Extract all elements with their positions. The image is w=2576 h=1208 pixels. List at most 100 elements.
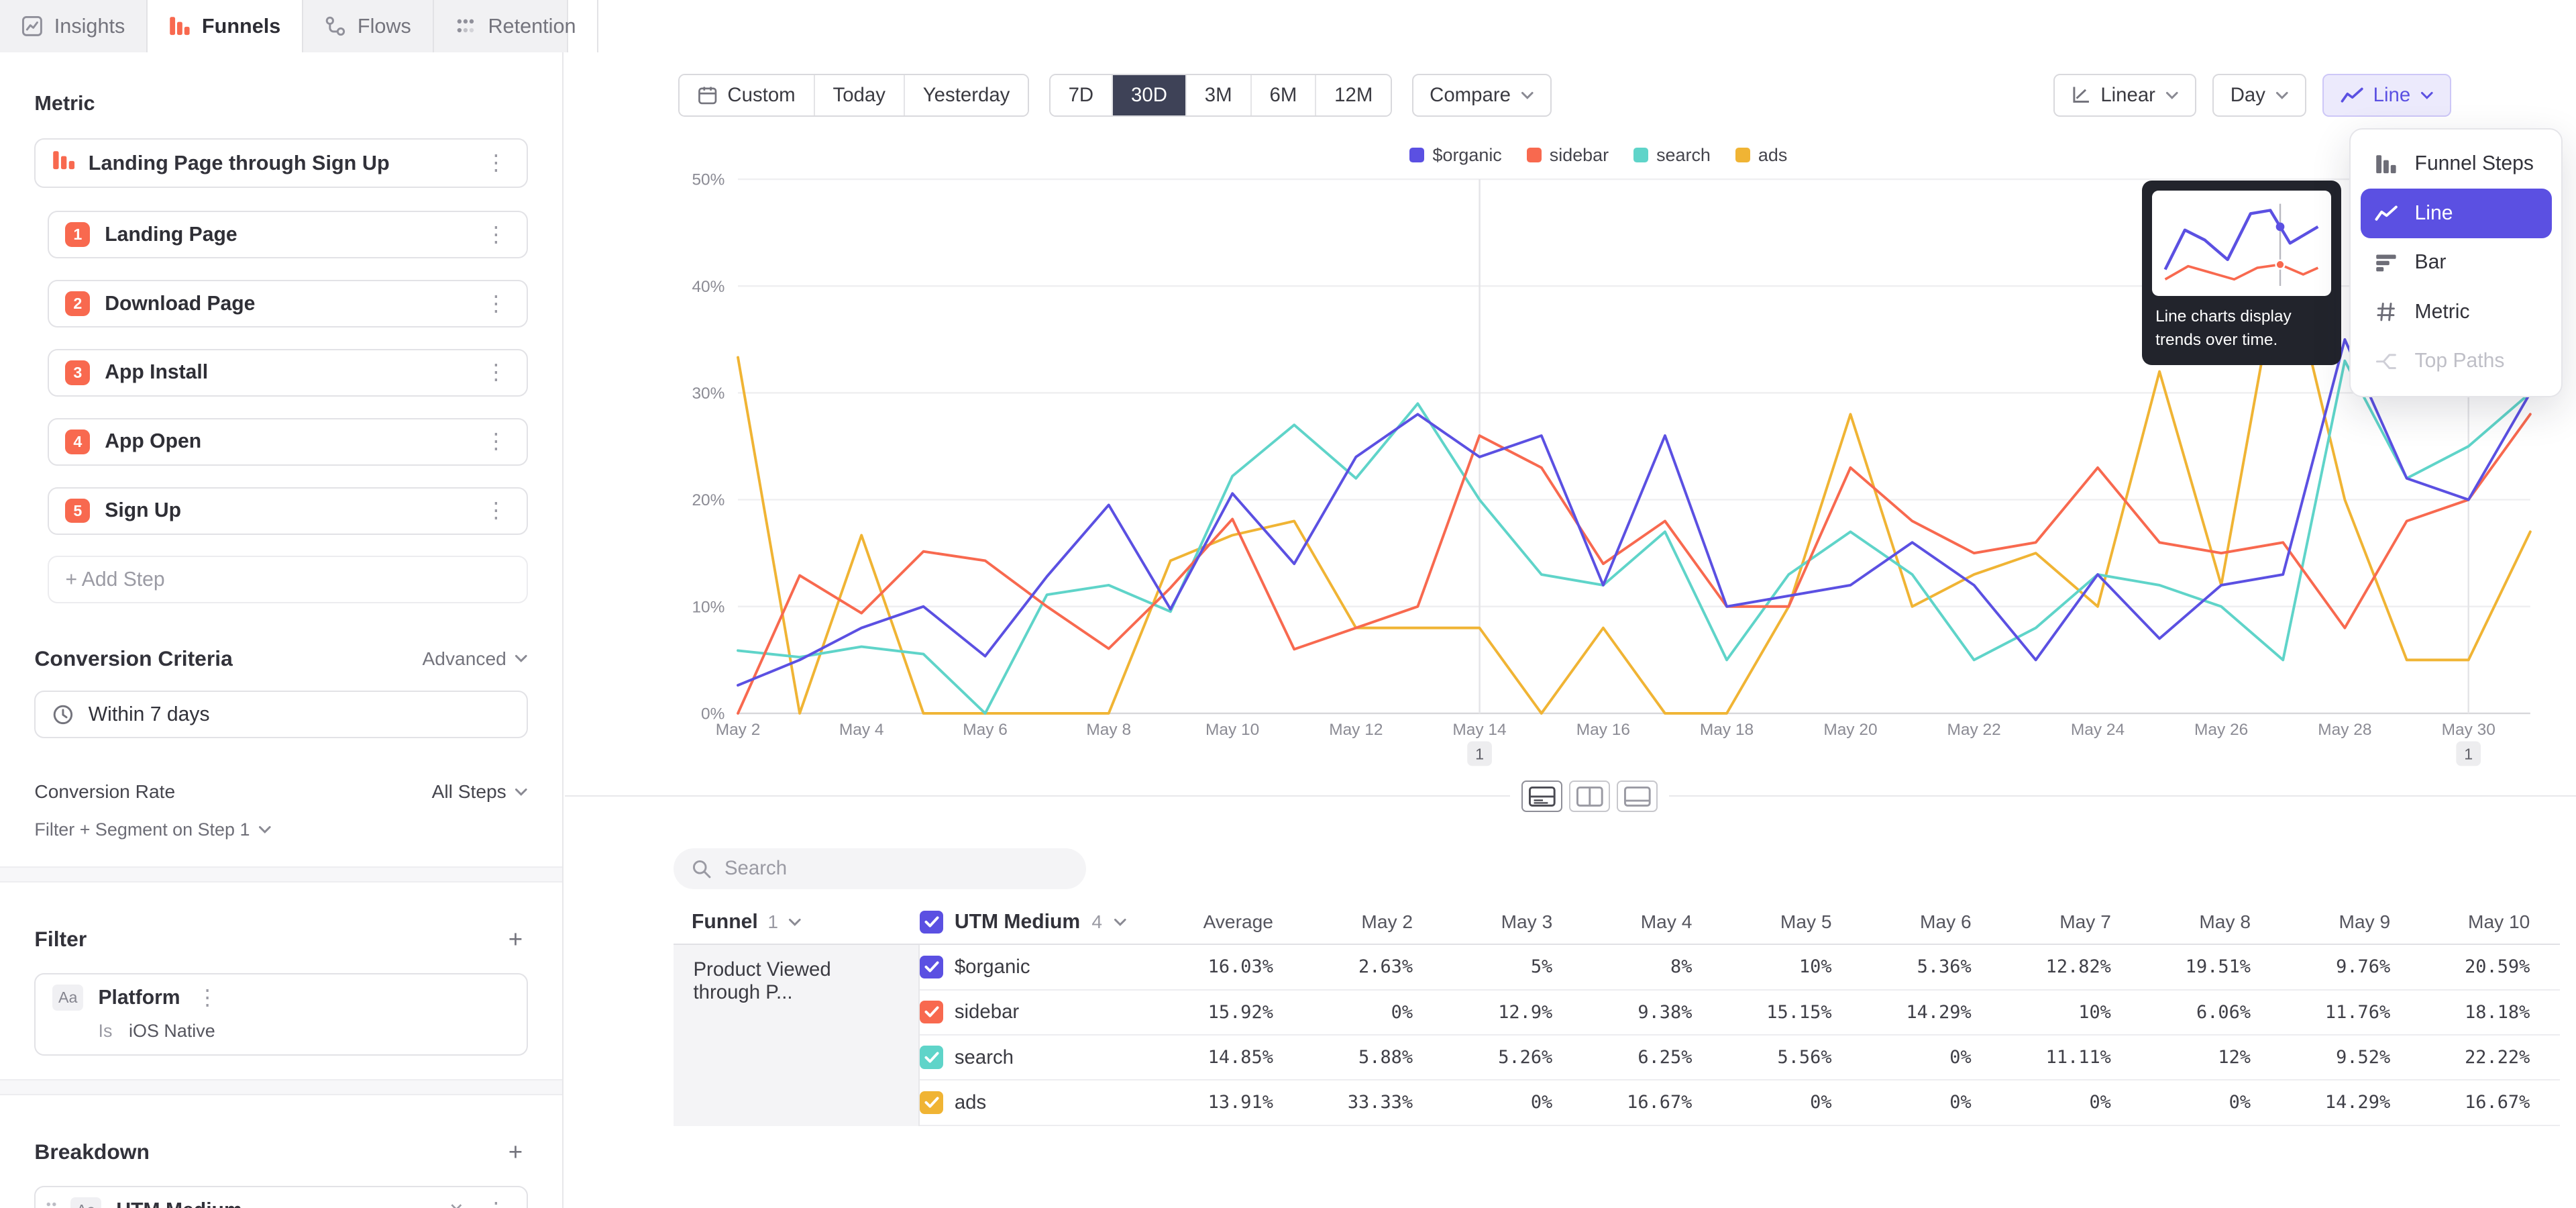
- add-step-label: + Add Step: [65, 568, 164, 591]
- legend-swatch: [1735, 148, 1750, 162]
- linear-scale-button[interactable]: Linear: [2053, 74, 2196, 117]
- series-checkbox[interactable]: [920, 1046, 943, 1068]
- funnel-step-sign-up[interactable]: 5Sign Up: [48, 487, 528, 535]
- kebab-menu-icon[interactable]: [482, 362, 510, 383]
- annotation-badge[interactable]: 1: [2456, 741, 2481, 766]
- range-30d-button[interactable]: 30D: [1112, 75, 1185, 115]
- funnel-title: Landing Page through Sign Up: [89, 152, 390, 175]
- tab-retention[interactable]: Retention: [434, 0, 599, 52]
- value-cell: 22.22%: [2390, 1047, 2530, 1068]
- search-icon: [692, 859, 711, 878]
- kebab-menu-icon[interactable]: [482, 293, 510, 315]
- chart-type-button[interactable]: Line: [2322, 74, 2451, 117]
- value-cell: 6.25%: [1552, 1047, 1692, 1068]
- kebab-menu-icon[interactable]: [482, 224, 510, 246]
- series-name[interactable]: sidebar: [955, 1001, 1019, 1023]
- funnel-card[interactable]: Landing Page through Sign Up: [34, 138, 527, 187]
- legend-item--organic[interactable]: $organic: [1409, 145, 1502, 166]
- step-label: App Install: [105, 361, 208, 384]
- filter-value[interactable]: iOS Native: [129, 1021, 215, 1041]
- menu-item-label: Metric: [2415, 301, 2470, 323]
- legend-label: search: [1656, 145, 1711, 166]
- funnel-column-header[interactable]: Funnel1: [674, 911, 920, 934]
- chevron-down-icon: [515, 654, 528, 662]
- value-cell: 19.51%: [2111, 956, 2251, 977]
- advanced-label: Advanced: [423, 648, 506, 670]
- tab-flows[interactable]: Flows: [303, 0, 434, 52]
- all-steps-dropdown[interactable]: All Steps: [432, 781, 528, 803]
- menu-item-metric[interactable]: Metric: [2361, 287, 2552, 336]
- kebab-menu-icon[interactable]: [482, 431, 510, 452]
- kebab-menu-icon[interactable]: [482, 152, 510, 174]
- legend-item-sidebar[interactable]: sidebar: [1527, 145, 1609, 166]
- svg-text:40%: 40%: [692, 278, 724, 296]
- range-12m-button[interactable]: 12M: [1315, 75, 1391, 115]
- today-button[interactable]: Today: [814, 75, 904, 115]
- add-filter-button[interactable]: [503, 925, 527, 954]
- kebab-menu-icon[interactable]: [482, 500, 510, 521]
- platform-filter-card[interactable]: Aa Platform Is iOS Native: [34, 973, 527, 1056]
- series-name[interactable]: $organic: [955, 956, 1030, 978]
- value-cell: 33.33%: [1273, 1092, 1413, 1113]
- step-number-badge: 3: [65, 360, 90, 385]
- yesterday-button[interactable]: Yesterday: [904, 75, 1028, 115]
- column-header-may-5: May 5: [1692, 911, 1831, 933]
- layout-bottom-panel-button[interactable]: [1617, 781, 1658, 812]
- menu-item-line[interactable]: Line: [2361, 189, 2552, 238]
- add-breakdown-button[interactable]: [503, 1138, 527, 1166]
- svg-text:May 30: May 30: [2441, 721, 2495, 739]
- kebab-menu-icon[interactable]: [482, 1200, 510, 1208]
- menu-item-top-paths: Top Paths: [2361, 337, 2552, 386]
- funnel-cell[interactable]: Product Viewed through P...: [674, 945, 920, 1125]
- step-label: Download Page: [105, 293, 255, 315]
- funnel-header-label: Funnel: [692, 911, 758, 934]
- filter-operator[interactable]: Is: [98, 1021, 112, 1041]
- range-3m-button[interactable]: 3M: [1185, 75, 1250, 115]
- series-checkbox[interactable]: [920, 956, 943, 978]
- search-box[interactable]: [674, 848, 1086, 889]
- column-header-may-2: May 2: [1273, 911, 1413, 933]
- remove-icon[interactable]: [444, 1200, 469, 1208]
- kebab-menu-icon[interactable]: [193, 987, 221, 1009]
- utm-medium-checkbox[interactable]: [920, 911, 943, 934]
- top-paths-icon: [2373, 352, 2398, 371]
- funnel-step-download-page[interactable]: 2Download Page: [48, 280, 528, 328]
- add-step-button[interactable]: + Add Step: [48, 556, 528, 603]
- column-header-average: Average: [1134, 911, 1273, 933]
- menu-item-bar[interactable]: Bar: [2361, 238, 2552, 287]
- string-type-badge: Aa: [52, 985, 84, 1011]
- menu-item-funnel-steps[interactable]: Funnel Steps: [2361, 140, 2552, 189]
- funnel-step-app-install[interactable]: 3 App Install: [48, 349, 528, 397]
- breakdown-item-card[interactable]: Aa UTM Medium: [34, 1186, 527, 1208]
- range-7d-button[interactable]: 7D: [1051, 75, 1112, 115]
- series-checkbox[interactable]: [920, 1001, 943, 1023]
- drag-handle-icon[interactable]: [46, 1201, 57, 1208]
- menu-item-label: Bar: [2415, 251, 2447, 274]
- breakdown-column-header[interactable]: UTM Medium4: [920, 911, 1133, 934]
- conversion-window-button[interactable]: Within 7 days: [34, 691, 527, 738]
- funnel-step-landing-page[interactable]: 1Landing Page: [48, 211, 528, 258]
- series-checkbox[interactable]: [920, 1091, 943, 1114]
- tab-funnels[interactable]: Funnels: [148, 0, 303, 52]
- value-cell: 14.85%: [1134, 1047, 1273, 1068]
- series-name[interactable]: search: [955, 1046, 1014, 1069]
- filter-segment-toggle[interactable]: Filter + Segment on Step 1: [34, 819, 527, 840]
- layout-split-vertical-button[interactable]: [1569, 781, 1610, 812]
- custom-range-button[interactable]: Custom: [680, 75, 813, 115]
- conversion-rate-label: Conversion Rate: [34, 781, 175, 803]
- layout-split-horizontal-button[interactable]: [1521, 781, 1562, 812]
- legend-item-ads[interactable]: ads: [1735, 145, 1788, 166]
- compare-label: Compare: [1430, 84, 1511, 107]
- series-name[interactable]: ads: [955, 1091, 986, 1114]
- search-input[interactable]: [724, 857, 1068, 880]
- compare-button[interactable]: Compare: [1412, 74, 1552, 117]
- tab-insights[interactable]: Insights: [0, 0, 148, 52]
- range-6m-button[interactable]: 6M: [1250, 75, 1316, 115]
- step-label: Sign Up: [105, 499, 181, 522]
- annotation-badge[interactable]: 1: [1467, 741, 1492, 766]
- advanced-dropdown[interactable]: Advanced: [423, 648, 528, 670]
- legend-label: $organic: [1433, 145, 1502, 166]
- funnel-step-app-open[interactable]: 4App Open: [48, 418, 528, 466]
- day-granularity-button[interactable]: Day: [2212, 74, 2306, 117]
- legend-item-search[interactable]: search: [1633, 145, 1711, 166]
